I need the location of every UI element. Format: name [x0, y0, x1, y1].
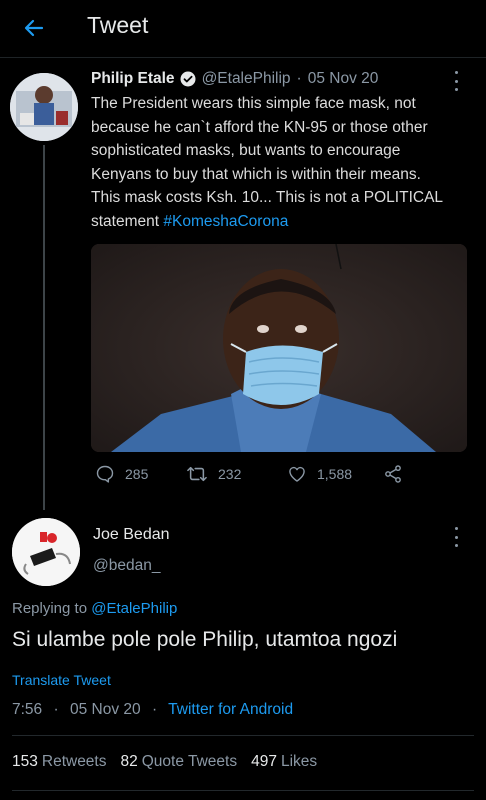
- share-icon: [385, 465, 401, 483]
- retweets-stat[interactable]: 153 Retweets: [12, 753, 107, 771]
- back-arrow-icon: [24, 19, 44, 37]
- top-bar: Tweet: [0, 0, 486, 58]
- tweet-text-line: because he can`t afford the KN-95 or tho…: [91, 118, 428, 136]
- tweet-text: The President wears this simple face mas…: [91, 92, 476, 233]
- quote-tweets-stat[interactable]: 82 Quote Tweets: [121, 753, 238, 771]
- likes-stat[interactable]: 497 Likes: [251, 753, 317, 771]
- tweet-text-line: This mask costs Ksh. 10... This is not a…: [91, 189, 444, 206]
- reply-author-avatar[interactable]: [12, 518, 80, 586]
- thread-line: [43, 145, 45, 510]
- heart-icon: [289, 466, 305, 482]
- separator-dot: ·: [296, 70, 302, 87]
- tweet-date[interactable]: 05 Nov 20: [308, 70, 379, 88]
- separator-dot: ·: [53, 701, 59, 718]
- tweet-date: 05 Nov 20: [69, 701, 141, 718]
- tweet-text-line: sophisticated masks, but wants to encour…: [91, 142, 401, 159]
- replying-to: Replying to @EtalePhilip: [12, 600, 178, 617]
- tweet-actions: 285 232 1,588: [91, 464, 411, 492]
- author-handle[interactable]: @EtalePhilip: [202, 70, 291, 88]
- retweet-icon: [187, 466, 207, 482]
- reply-count: 285: [125, 466, 149, 482]
- retweet-count: 232: [218, 466, 242, 482]
- reply-icon: [96, 465, 114, 483]
- like-count: 1,588: [317, 466, 353, 482]
- reply-author-handle[interactable]: @bedan_: [93, 557, 160, 575]
- tweet-photo[interactable]: [91, 244, 467, 452]
- more-options-icon[interactable]: [453, 71, 459, 91]
- retweet-action[interactable]: 232: [186, 464, 241, 484]
- divider: [12, 790, 474, 791]
- page-title: Tweet: [87, 12, 149, 38]
- tweet-time: 7:56: [12, 701, 43, 718]
- tweet-header: Philip Etale @EtalePhilip · 05 Nov 20: [91, 70, 378, 88]
- separator-dot: ·: [151, 701, 158, 718]
- reply-action[interactable]: 285: [95, 464, 148, 484]
- tweet-metadata: 7:56 · 05 Nov 20 · Twitter for Android: [12, 701, 293, 719]
- like-action[interactable]: 1,588: [287, 464, 352, 484]
- tweet-text-line: The President wears this simple face mas…: [91, 95, 416, 112]
- author-avatar[interactable]: [10, 73, 78, 141]
- tweet-source-link[interactable]: Twitter for Android: [168, 701, 293, 718]
- divider: [12, 735, 474, 736]
- reply-author-name[interactable]: Joe Bedan: [93, 526, 170, 544]
- reply-text: Si ulambe pole pole Philip, utamtoa ngoz…: [12, 628, 398, 651]
- tweet-text-line-last: statement #KomeshaCorona: [91, 212, 289, 230]
- more-options-icon[interactable]: [453, 527, 459, 547]
- verified-badge-icon: [180, 71, 196, 87]
- author-name[interactable]: Philip Etale: [91, 70, 175, 88]
- engagement-stats: 153 Retweets 82 Quote Tweets 497 Likes: [12, 753, 331, 771]
- tweet-text-line: Kenyans to buy that which is within thei…: [91, 165, 421, 183]
- share-action[interactable]: [383, 464, 413, 484]
- replying-to-link[interactable]: @EtalePhilip: [91, 600, 177, 617]
- translate-tweet-link[interactable]: Translate Tweet: [12, 672, 111, 688]
- back-button[interactable]: [18, 12, 50, 44]
- hashtag-link[interactable]: #KomeshaCorona: [163, 213, 288, 230]
